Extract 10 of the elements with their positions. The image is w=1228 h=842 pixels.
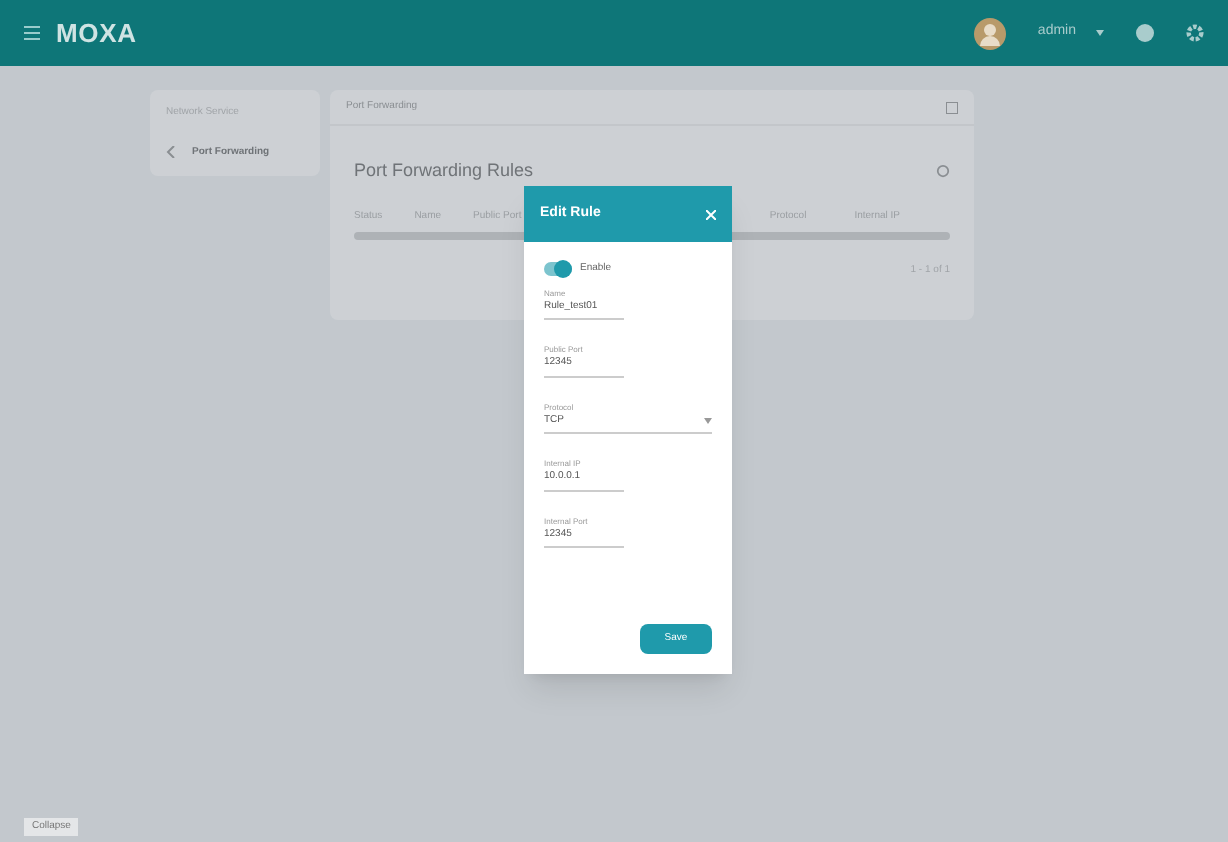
chevron-icon: [166, 146, 176, 159]
logo: MOXA: [56, 15, 137, 52]
menu-icon[interactable]: [24, 26, 40, 40]
settings-icon[interactable]: [1186, 24, 1204, 42]
toggle-switch[interactable]: [544, 262, 572, 277]
caret-icon: [704, 417, 712, 424]
avatar-icon[interactable]: [973, 17, 1006, 49]
caret-icon: [1096, 30, 1104, 36]
close-icon[interactable]: [706, 209, 716, 219]
card-title: Port Forwarding Rules: [354, 158, 534, 184]
